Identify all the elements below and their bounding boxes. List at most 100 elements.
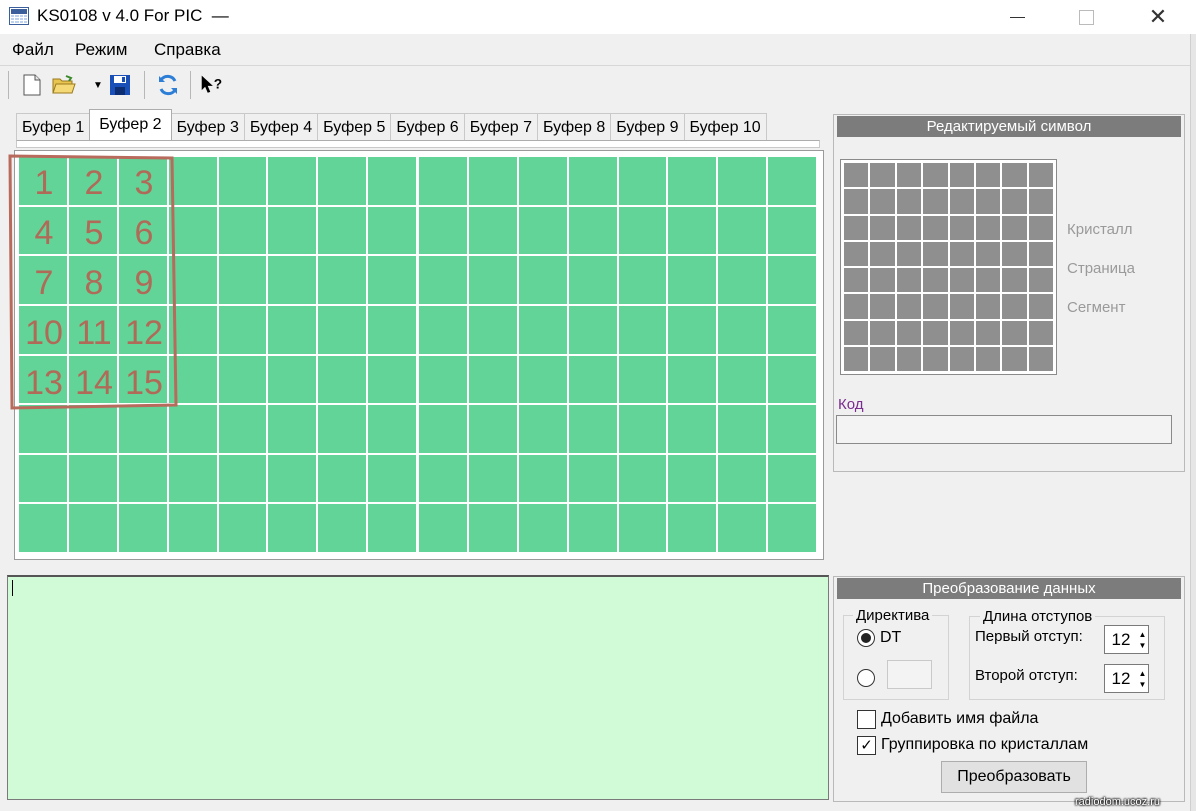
- convert-button[interactable]: Преобразовать: [941, 761, 1087, 793]
- lcd-cell[interactable]: [268, 305, 317, 354]
- open-file-button[interactable]: [52, 72, 76, 98]
- lcd-cell[interactable]: [368, 157, 416, 205]
- symbol-pixel[interactable]: [896, 241, 922, 266]
- lcd-cell[interactable]: [718, 405, 767, 453]
- tab-buffer-10[interactable]: Буфер 10: [683, 113, 767, 140]
- second-indent-value[interactable]: 12: [1105, 665, 1137, 692]
- symbol-editor[interactable]: [840, 159, 1057, 375]
- group-by-crystal-checkbox[interactable]: ✓: [857, 736, 876, 755]
- lcd-cell[interactable]: [168, 405, 217, 453]
- symbol-pixel[interactable]: [896, 294, 922, 319]
- lcd-cell[interactable]: [318, 504, 367, 552]
- lcd-cell[interactable]: [618, 206, 667, 255]
- tab-buffer-6[interactable]: Буфер 6: [390, 113, 465, 140]
- lcd-cell[interactable]: [518, 405, 567, 453]
- lcd-cell[interactable]: [618, 405, 667, 453]
- lcd-cell[interactable]: [218, 454, 267, 503]
- symbol-pixel[interactable]: [844, 346, 869, 371]
- lcd-cell[interactable]: [19, 305, 67, 354]
- symbol-pixel[interactable]: [949, 268, 974, 293]
- lcd-cell[interactable]: [468, 157, 517, 205]
- lcd-cell[interactable]: [368, 454, 416, 503]
- lcd-cell[interactable]: [368, 355, 416, 404]
- lcd-cell[interactable]: [518, 454, 567, 503]
- lcd-cell[interactable]: [168, 454, 217, 503]
- menu-mode[interactable]: Режим: [75, 40, 127, 60]
- symbol-pixel[interactable]: [870, 294, 895, 319]
- lcd-cell[interactable]: [768, 305, 816, 354]
- lcd-cell[interactable]: [419, 305, 467, 354]
- lcd-cell[interactable]: [19, 504, 67, 552]
- context-help-button[interactable]: ?: [200, 72, 224, 98]
- lcd-cell[interactable]: [118, 454, 167, 503]
- symbol-pixel[interactable]: [896, 163, 922, 188]
- close-button[interactable]: ✕: [1135, 0, 1181, 34]
- lcd-cell[interactable]: [468, 305, 517, 354]
- symbol-pixel[interactable]: [923, 163, 948, 188]
- lcd-cell[interactable]: [19, 256, 67, 304]
- lcd-cell[interactable]: [568, 504, 617, 552]
- lcd-cell[interactable]: [419, 454, 467, 503]
- symbol-pixel[interactable]: [896, 215, 922, 240]
- lcd-cell[interactable]: [668, 504, 717, 552]
- lcd-crystal-left[interactable]: [19, 157, 416, 552]
- open-dropdown-button[interactable]: ▼: [86, 72, 110, 98]
- symbol-pixel[interactable]: [844, 294, 869, 319]
- lcd-cell[interactable]: [19, 157, 67, 205]
- lcd-cell[interactable]: [168, 256, 217, 304]
- lcd-cell[interactable]: [518, 206, 567, 255]
- lcd-cell[interactable]: [168, 157, 217, 205]
- symbol-pixel[interactable]: [923, 294, 948, 319]
- symbol-pixel[interactable]: [870, 215, 895, 240]
- lcd-cell[interactable]: [618, 454, 667, 503]
- lcd-cell[interactable]: [318, 256, 367, 304]
- lcd-cell[interactable]: [518, 355, 567, 404]
- symbol-pixel-grid[interactable]: [844, 163, 1053, 371]
- symbol-pixel[interactable]: [975, 163, 1001, 188]
- lcd-cell[interactable]: [68, 206, 117, 255]
- lcd-cell[interactable]: [718, 305, 767, 354]
- add-filename-label[interactable]: Добавить имя файла: [881, 710, 1038, 728]
- symbol-pixel[interactable]: [844, 163, 869, 188]
- lcd-cell[interactable]: [468, 454, 517, 503]
- lcd-cell[interactable]: [118, 504, 167, 552]
- up-arrow-icon[interactable]: ▲: [1137, 629, 1148, 640]
- down-arrow-icon[interactable]: ▼: [1137, 679, 1148, 690]
- lcd-cell[interactable]: [118, 355, 167, 404]
- lcd-cell[interactable]: [718, 355, 767, 404]
- lcd-cell[interactable]: [768, 256, 816, 304]
- symbol-pixel[interactable]: [1002, 294, 1027, 319]
- lcd-cell[interactable]: [419, 355, 467, 404]
- lcd-cell[interactable]: [168, 504, 217, 552]
- lcd-cell[interactable]: [568, 405, 617, 453]
- lcd-cell[interactable]: [518, 256, 567, 304]
- symbol-pixel[interactable]: [949, 320, 974, 345]
- symbol-pixel[interactable]: [1028, 241, 1053, 266]
- new-file-button[interactable]: [20, 72, 44, 98]
- lcd-cell[interactable]: [768, 157, 816, 205]
- lcd-cell[interactable]: [68, 454, 117, 503]
- lcd-cell[interactable]: [318, 405, 367, 453]
- lcd-cell[interactable]: [68, 405, 117, 453]
- lcd-cell[interactable]: [368, 206, 416, 255]
- symbol-pixel[interactable]: [870, 163, 895, 188]
- lcd-cell[interactable]: [768, 206, 816, 255]
- lcd-cell[interactable]: [368, 405, 416, 453]
- symbol-pixel[interactable]: [1002, 241, 1027, 266]
- lcd-cell[interactable]: [618, 504, 667, 552]
- symbol-pixel[interactable]: [1002, 215, 1027, 240]
- lcd-cell[interactable]: [218, 405, 267, 453]
- symbol-pixel[interactable]: [1002, 163, 1027, 188]
- refresh-button[interactable]: [156, 72, 180, 98]
- lcd-cell[interactable]: [19, 355, 67, 404]
- lcd-cell[interactable]: [218, 504, 267, 552]
- lcd-cell[interactable]: [419, 157, 467, 205]
- symbol-pixel[interactable]: [975, 215, 1001, 240]
- lcd-cell[interactable]: [668, 206, 717, 255]
- symbol-pixel[interactable]: [1028, 346, 1053, 371]
- lcd-cell[interactable]: [419, 504, 467, 552]
- directive-custom-field[interactable]: [887, 660, 932, 689]
- symbol-pixel[interactable]: [923, 189, 948, 214]
- symbol-pixel[interactable]: [1002, 346, 1027, 371]
- second-indent-stepper[interactable]: 12 ▲ ▼: [1104, 664, 1149, 693]
